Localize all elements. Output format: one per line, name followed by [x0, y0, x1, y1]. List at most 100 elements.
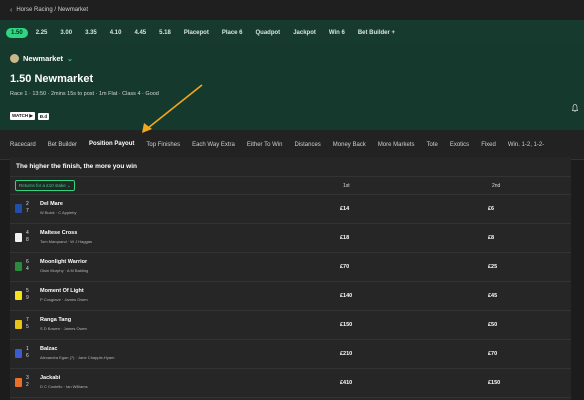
time-pill-1[interactable]: 1.50 [6, 28, 28, 38]
payout-1st[interactable]: £150 [340, 322, 352, 328]
tab-fixed[interactable]: Fixed [475, 130, 502, 160]
time-pill-placepot[interactable]: Placepot [179, 28, 214, 38]
tab-either-to-win[interactable]: Either To Win [241, 130, 289, 160]
venue-selector[interactable]: Newmarket ⌄ [10, 54, 574, 63]
tab-exotics[interactable]: Exotics [444, 130, 475, 160]
tab-distances[interactable]: Distances [288, 130, 326, 160]
jockey-silk-icon [15, 349, 22, 358]
payout-1st[interactable]: £14 [340, 206, 349, 212]
runner-number-part: 9 [26, 295, 29, 301]
tab-top-finishes[interactable]: Top Finishes [140, 130, 186, 160]
breadcrumb[interactable]: ‹ Horse Racing / Newmarket [0, 0, 584, 20]
runner-number: 59 [26, 288, 29, 302]
market-tabs: Racecard Bet Builder Position Payout Top… [0, 130, 584, 160]
time-pill-win6[interactable]: Win 6 [324, 28, 350, 38]
runner-number: 27 [26, 201, 29, 215]
tab-win-forecast[interactable]: Win. 1-2, 1-2- [502, 130, 550, 160]
runner-row: 59 Moment Of Light P Cosgrave · James Ow… [10, 282, 571, 311]
runner-row: 48 Maltese Cross Tom Marquand · W J Hagg… [10, 224, 571, 253]
payout-1st[interactable]: £410 [340, 380, 352, 386]
payout-2nd[interactable]: £25 [488, 264, 497, 270]
tab-more-markets[interactable]: More Markets [372, 130, 421, 160]
runner-number: 32 [26, 375, 29, 389]
jockey-trainer: Alexandra Egan (7) · Jane Chapple-Hyam [40, 355, 115, 360]
data-badge[interactable]: Ð.d [37, 112, 50, 120]
runner-number: 75 [26, 317, 29, 331]
payout-2nd[interactable]: £70 [488, 351, 497, 357]
time-pill-bet-builder[interactable]: Bet Builder + [353, 28, 400, 38]
returns-stake-dropdown[interactable]: Returns for a £10 stake ⌄ [15, 180, 75, 191]
time-pill-7[interactable]: 5.18 [154, 28, 176, 38]
runner-number-part: 2 [26, 201, 29, 207]
payout-1st[interactable]: £70 [340, 264, 349, 270]
runner-number-part: 6 [26, 259, 29, 265]
payout-1st[interactable]: £210 [340, 351, 352, 357]
time-pill-4[interactable]: 3.35 [80, 28, 102, 38]
race-title: 1.50 Newmarket [10, 73, 94, 85]
runner-row: 64 Moonlight Warrior Oisin Murphy · A M … [10, 253, 571, 282]
jockey-trainer: D C Costello · Ian Williams [40, 384, 88, 389]
runner-list: 27 Del Mare W Buick · C Appleby £14 £6 4… [10, 195, 571, 398]
runner-row: 32 Jackabi D C Costello · Ian Williams £… [10, 369, 571, 398]
jockey-silk-icon [15, 262, 22, 271]
time-pill-2[interactable]: 2.25 [31, 28, 53, 38]
runner-row: 75 Ranga Tang S D Bowen · James Owen £15… [10, 311, 571, 340]
horse-name[interactable]: Ranga Tang [40, 317, 71, 323]
time-pill-6[interactable]: 4.45 [129, 28, 151, 38]
runner-row: 16 Balzac Alexandra Egan (7) · Jane Chap… [10, 340, 571, 369]
payout-2nd[interactable]: £45 [488, 293, 497, 299]
jockey-silk-icon [15, 291, 22, 300]
time-pill-3[interactable]: 3.00 [55, 28, 77, 38]
horse-name[interactable]: Moment Of Light [40, 288, 84, 294]
jockey-trainer: W Buick · C Appleby [40, 210, 77, 215]
race-header: Newmarket ⌄ 1.50 Newmarket Race 1 · 13:5… [0, 46, 584, 130]
runner-number-part: 4 [26, 230, 29, 236]
jockey-silk-icon [15, 320, 22, 329]
horse-name[interactable]: Balzac [40, 346, 57, 352]
tab-each-way-extra[interactable]: Each Way Extra [186, 130, 241, 160]
payout-column-header: Returns for a £10 stake ⌄ 1st 2nd [10, 177, 571, 195]
column-1st: 1st [343, 183, 350, 189]
time-pill-5[interactable]: 4.10 [105, 28, 127, 38]
payout-1st[interactable]: £18 [340, 235, 349, 241]
runner-number: 64 [26, 259, 29, 273]
tab-money-back[interactable]: Money Back [327, 130, 372, 160]
runner-number: 48 [26, 230, 29, 244]
column-2nd: 2nd [492, 183, 501, 189]
payout-1st[interactable]: £140 [340, 293, 352, 299]
runner-number-part: 3 [26, 375, 29, 381]
runner-number-part: 8 [26, 237, 29, 243]
bell-icon[interactable] [572, 104, 578, 112]
runner-number-part: 5 [26, 288, 29, 294]
runner-number: 16 [26, 346, 29, 360]
jockey-trainer: P Cosgrave · James Owen [40, 297, 88, 302]
horse-name[interactable]: Jackabi [40, 375, 60, 381]
tab-racecard[interactable]: Racecard [10, 130, 42, 160]
runner-number-part: 6 [26, 353, 29, 359]
venue-name[interactable]: Newmarket [23, 54, 63, 63]
jockey-silk-icon [15, 204, 22, 213]
horse-name[interactable]: Del Mare [40, 201, 63, 207]
payout-2nd[interactable]: £8 [488, 235, 494, 241]
jockey-trainer: Tom Marquand · W J Haggas [40, 239, 93, 244]
horse-name[interactable]: Maltese Cross [40, 230, 77, 236]
tab-tote[interactable]: Tote [421, 130, 444, 160]
time-pill-place6[interactable]: Place 6 [217, 28, 248, 38]
runner-number-part: 2 [26, 382, 29, 388]
race-info: Race 1 · 13:50 · 2mins 15s to post · 1m … [10, 91, 159, 97]
back-chevron-icon[interactable]: ‹ [10, 7, 12, 14]
payout-heading: The higher the finish, the more you win [10, 157, 571, 177]
payout-2nd[interactable]: £50 [488, 322, 497, 328]
breadcrumb-text[interactable]: Horse Racing / Newmarket [16, 7, 88, 13]
tab-position-payout[interactable]: Position Payout [83, 130, 141, 160]
payout-2nd[interactable]: £150 [488, 380, 500, 386]
time-pill-quadpot[interactable]: Quadpot [251, 28, 286, 38]
payout-2nd[interactable]: £6 [488, 206, 494, 212]
runner-number-part: 4 [26, 266, 29, 272]
position-payout-panel: The higher the finish, the more you win … [10, 157, 571, 400]
watch-button[interactable]: WATCH ▶ [10, 112, 35, 120]
tab-bet-builder[interactable]: Bet Builder [42, 130, 83, 160]
time-pill-jackpot[interactable]: Jackpot [288, 28, 321, 38]
horse-name[interactable]: Moonlight Warrior [40, 259, 87, 265]
chevron-down-icon[interactable]: ⌄ [67, 55, 73, 63]
